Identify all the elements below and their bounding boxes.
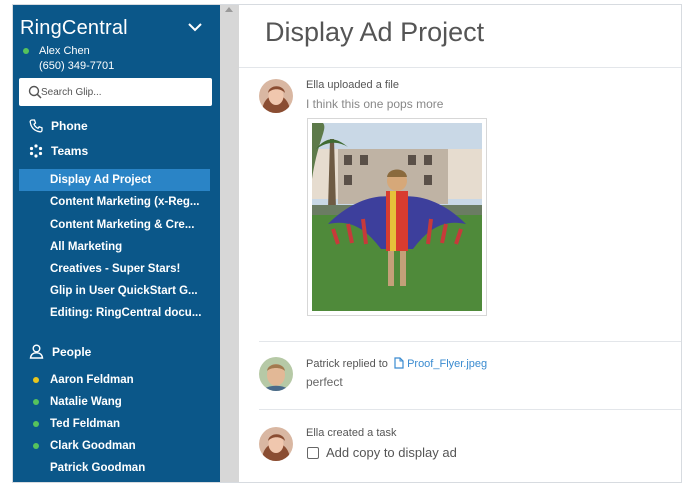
user-phone: (650) 349-7701 [39,60,115,72]
presence-away-dot [33,377,39,383]
person-name: Ted Feldman [50,418,121,430]
post-meta: Ella created a task [306,427,397,439]
sidebar-item-content-marketing-cre[interactable]: Content Marketing & Cre... [19,214,210,236]
sidebar-section-people[interactable]: People [29,344,91,359]
conversation-title: Display Ad Project [265,17,485,47]
sidebar-item-aaron-feldman[interactable]: Aaron Feldman [19,369,210,391]
sidebar-section-phone[interactable]: Phone [29,119,88,133]
sidebar-item-patrick-goodman[interactable]: Patrick Goodman [19,457,210,479]
person-name: Clark Goodman [50,440,136,452]
person-icon [29,344,44,359]
presence-online-dot [33,421,39,427]
post-divider [259,409,681,410]
avatar[interactable] [259,357,293,391]
chevron-down-icon[interactable] [187,21,203,33]
sidebar-section-teams-label: Teams [51,144,89,158]
sidebar-item-glip-quickstart[interactable]: Glip in User QuickStart G... [19,280,210,302]
avatar[interactable] [259,79,293,113]
sidebar-scrollbar[interactable] [220,5,239,482]
phone-icon [29,119,43,133]
file-icon [394,357,404,369]
scroll-up-arrow-icon[interactable] [225,7,233,12]
sidebar-section-phone-label: Phone [51,119,88,133]
post-divider [259,341,681,342]
avatar[interactable] [259,427,293,461]
user-presence-dot [23,48,29,54]
teams-icon [29,144,43,158]
app-brand: RingCentral [20,17,128,39]
file-link[interactable]: Proof_Flyer.jpeg [407,358,487,370]
person-name: Aaron Feldman [50,374,134,386]
person-name: Patrick Goodman [50,462,146,474]
conversation-pane: Display Ad Project Ella uploaded a file … [239,5,681,482]
task-checkbox[interactable] [307,447,319,459]
task-title[interactable]: Add copy to display ad [326,445,457,460]
post-meta: Patrick replied to Proof_Flyer.jpeg [306,357,487,370]
user-name[interactable]: Alex Chen [39,45,90,57]
sidebar-section-teams[interactable]: Teams [29,144,88,158]
uploaded-image[interactable] [307,118,487,316]
sidebar-item-clark-goodman[interactable]: Clark Goodman [19,435,210,457]
search-input[interactable] [41,83,201,101]
sidebar-item-display-ad-project[interactable]: Display Ad Project [19,169,210,191]
post-text: I think this one pops more [306,97,444,111]
sidebar-item-natalie-wang[interactable]: Natalie Wang [19,391,210,413]
sidebar-item-editing-ringcentral[interactable]: Editing: RingCentral docu... [19,302,210,324]
search-icon [28,85,42,99]
presence-online-dot [33,399,39,405]
sidebar-section-people-label: People [52,344,92,359]
presence-online-dot [33,443,39,449]
sidebar-item-creatives[interactable]: Creatives - Super Stars! [19,258,210,280]
sidebar: RingCentral Alex Chen (650) 349-7701 Pho… [13,5,220,482]
app-window: RingCentral Alex Chen (650) 349-7701 Pho… [12,4,682,483]
person-name: Natalie Wang [50,396,122,408]
search-box[interactable] [19,78,212,106]
post-meta: Ella uploaded a file [306,79,399,91]
post-meta-prefix: Patrick replied to [306,358,388,370]
sidebar-item-all-marketing[interactable]: All Marketing [19,236,210,258]
header-divider [239,67,681,68]
post-text: perfect [306,375,343,389]
sidebar-item-content-marketing-xreg[interactable]: Content Marketing (x-Reg... [19,191,210,213]
sidebar-item-ted-feldman[interactable]: Ted Feldman [19,413,210,435]
